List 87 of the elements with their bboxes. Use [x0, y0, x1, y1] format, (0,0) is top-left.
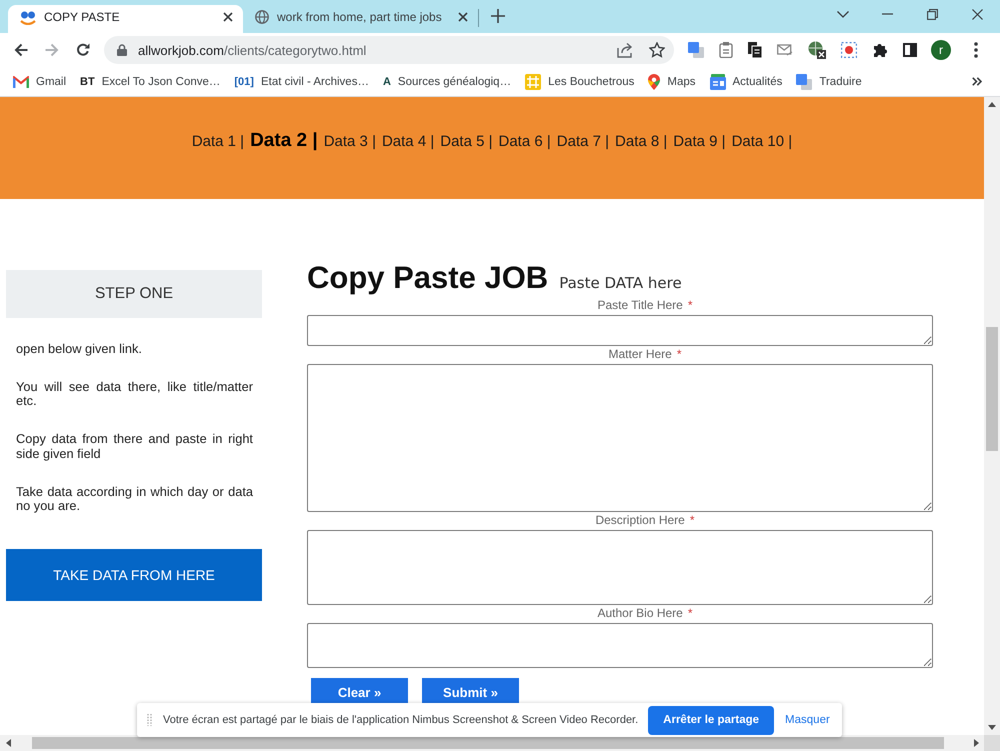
nav-link[interactable]: Data 4 | [382, 133, 434, 150]
field-label: Description Here [595, 513, 685, 527]
nav-link[interactable]: Data 6 | [498, 133, 551, 150]
record-icon[interactable] [841, 42, 857, 58]
grid-tile-icon [525, 74, 542, 90]
profile-avatar[interactable]: r [931, 40, 951, 60]
horizontal-scrollbar[interactable] [0, 735, 1000, 751]
envelope-icon[interactable] [777, 43, 793, 57]
site-logo-icon [20, 9, 36, 25]
field-label: Author Bio Here [597, 606, 683, 620]
required-marker: * [688, 606, 693, 620]
close-icon[interactable] [972, 8, 983, 20]
nav-link[interactable]: Data 2 | [250, 130, 318, 152]
gmail-icon [13, 76, 29, 88]
more-menu-icon[interactable] [974, 42, 978, 58]
nav-link[interactable]: Data 1 | [192, 133, 244, 150]
url-text: allworkjob.com/clients/categorytwo.html [138, 42, 366, 58]
field-label: Matter Here [608, 347, 672, 361]
vertical-scrollbar[interactable] [984, 97, 1000, 735]
grip-icon [147, 714, 152, 726]
favicon-text: BT [80, 76, 95, 88]
triangle-right-icon[interactable] [974, 739, 978, 747]
text-field[interactable] [307, 364, 933, 512]
browser-tab[interactable]: COPY PASTE [8, 5, 243, 33]
address-bar[interactable]: allworkjob.com/clients/categorytwo.html [104, 36, 674, 64]
triangle-up-icon[interactable] [988, 102, 996, 107]
page-title: Copy Paste JOB [307, 260, 548, 296]
bookmark-link[interactable]: Traduire [789, 74, 869, 90]
text-field[interactable] [307, 530, 933, 605]
bookmark-link[interactable]: A Sources généalogiq… [376, 76, 518, 88]
required-marker: * [688, 298, 693, 312]
scrollbar-thumb[interactable] [986, 327, 998, 451]
news-icon [710, 74, 726, 90]
page-subtitle: Paste DATA here [559, 274, 682, 292]
nav-link[interactable]: Data 9 | [673, 133, 726, 150]
map-pin-icon [648, 74, 660, 90]
instruction-text: open below given link. [15, 342, 143, 356]
browser-tab[interactable]: work from home, part time jobs [243, 5, 478, 33]
stop-sharing-button[interactable]: Arrêter le partage [648, 706, 774, 734]
text-field[interactable] [307, 623, 933, 668]
minimize-icon[interactable] [882, 13, 893, 15]
hide-link[interactable]: Masquer [785, 714, 830, 726]
triangle-down-icon[interactable] [988, 725, 996, 730]
back-arrow-icon[interactable] [14, 43, 28, 57]
bookmark-link[interactable]: Maps [641, 74, 703, 90]
double-chevron-icon[interactable] [972, 77, 982, 86]
copy-document-icon[interactable] [748, 42, 762, 58]
plus-icon[interactable] [491, 9, 505, 23]
nav-link[interactable]: Data 5 | [440, 133, 492, 150]
reload-icon[interactable] [76, 43, 90, 57]
required-marker: * [676, 347, 682, 361]
side-panel-icon[interactable] [903, 43, 917, 57]
restore-icon[interactable] [927, 8, 938, 20]
nav-link[interactable]: Data 8 | [615, 133, 668, 150]
clipboard-icon[interactable] [719, 42, 733, 58]
field-label: Paste Title Here [597, 298, 683, 312]
bookmark-link[interactable]: Actualités [702, 74, 790, 90]
nav-link[interactable]: Data 10 | [732, 133, 792, 150]
bookmark-link[interactable]: [01] Etat civil - Archives… [227, 76, 376, 88]
scrollbar-thumb[interactable] [32, 737, 944, 749]
translate-icon[interactable] [688, 42, 704, 58]
required-marker: * [690, 513, 695, 527]
favicon-text: A [382, 76, 391, 88]
bookmark-link[interactable]: Gmail [6, 76, 74, 88]
bookmark-link[interactable]: BT Excel To Json Conve… [73, 76, 228, 88]
chevron-down-icon[interactable] [836, 10, 848, 18]
close-icon[interactable] [458, 12, 468, 22]
close-icon[interactable] [223, 12, 233, 22]
lock-icon [117, 44, 127, 56]
triangle-left-icon[interactable] [6, 739, 10, 747]
globe-icon [255, 10, 269, 24]
bookmark-link[interactable]: Les Bouchetrous [518, 74, 642, 90]
share-message: Votre écran est partagé par le biais de l'application Nimbus Screenshot & Screen Video Recorder. [163, 714, 638, 726]
nav-link[interactable]: Data 3 | [324, 133, 376, 150]
take-data-button[interactable]: TAKE DATA FROM HERE [6, 548, 262, 600]
instruction-text: Copy data from there and paste in right side given field [15, 432, 254, 461]
text-field[interactable] [307, 315, 933, 346]
translate-icon [796, 74, 812, 90]
puzzle-icon[interactable] [872, 42, 888, 58]
step-heading: STEP ONE [6, 270, 262, 318]
share-icon[interactable] [617, 42, 633, 58]
globe-badge-icon[interactable] [808, 41, 826, 59]
nav-link[interactable]: Data 7 | [556, 133, 610, 150]
star-icon[interactable] [649, 42, 665, 58]
favicon-text: [01] [234, 76, 254, 88]
instruction-text: Take data according in which day or data no you are. [15, 484, 254, 514]
instruction-text: You will see data there, like title/matter etc. [15, 380, 254, 408]
